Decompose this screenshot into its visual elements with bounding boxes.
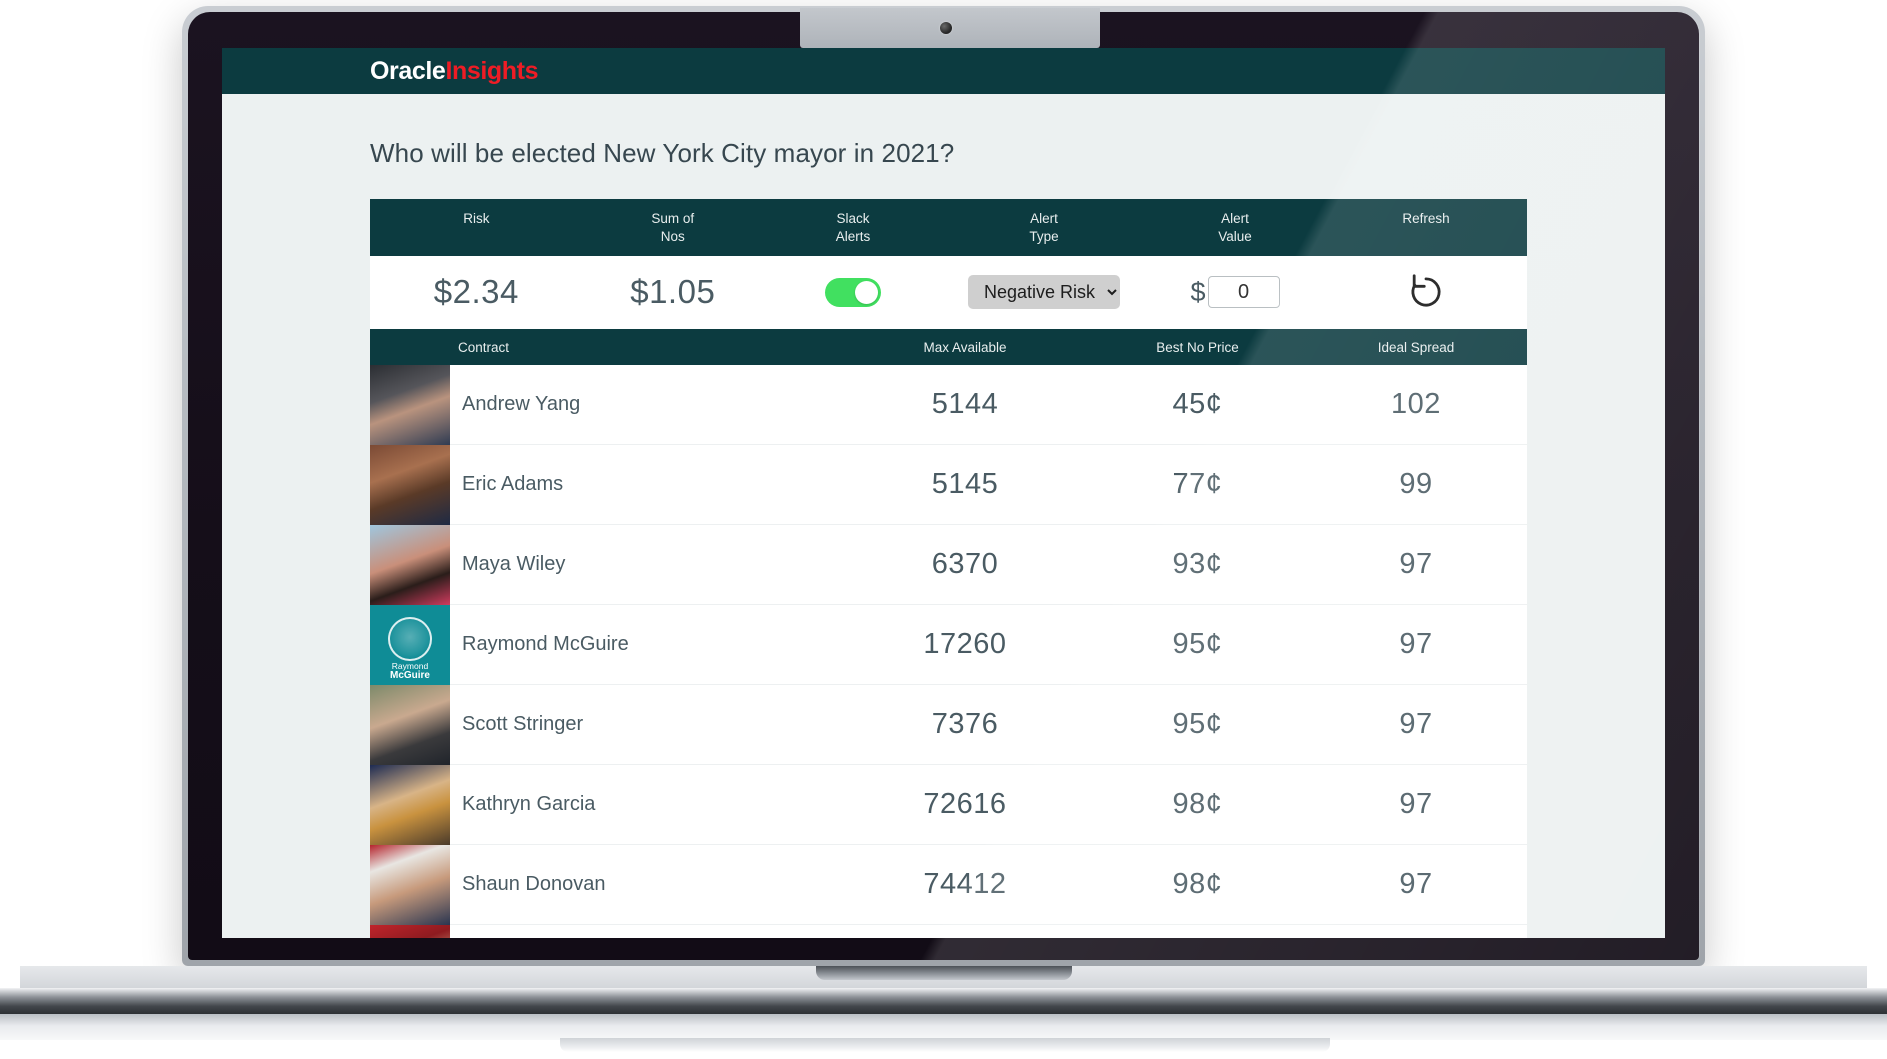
contract-avatar — [370, 524, 450, 605]
risk-value: $2.34 — [433, 273, 519, 311]
toggle-knob — [854, 280, 878, 304]
contract-avatar — [370, 444, 450, 525]
table-row[interactable]: Andrew Yang 5144 45¢ 102 — [370, 364, 1527, 445]
contract-name: Maya Wiley — [462, 553, 566, 576]
refresh-counterclockwise-icon[interactable] — [1405, 271, 1447, 313]
max-available-value: 6370 — [931, 548, 999, 581]
alert-value-cell: $ — [1145, 276, 1325, 309]
laptop-base-notch — [816, 966, 1072, 980]
app-header: OracleInsights — [222, 48, 1665, 94]
contract-avatar: Raymond McGuire — [370, 604, 450, 685]
table-row[interactable]: Raymond McGuire Raymond McGuire 17260 95¢ 97 — [370, 604, 1527, 685]
screenshot-stage: OracleInsights Who will be elected New Y… — [0, 0, 1887, 1059]
browser-screen: OracleInsights Who will be elected New Y… — [222, 48, 1665, 938]
table-row[interactable]: Eric Adams 5145 77¢ 99 — [370, 444, 1527, 525]
table-row[interactable]: Shaun Donovan 74412 98¢ 97 — [370, 844, 1527, 925]
webcam-icon — [940, 22, 952, 34]
column-header-best-no-price[interactable]: Best No Price — [1090, 340, 1305, 355]
contract-avatar — [370, 764, 450, 845]
logo-primary: Oracle — [370, 56, 446, 85]
control-header-refresh: Refresh — [1402, 211, 1450, 226]
table-row-partial[interactable] — [370, 924, 1527, 938]
alert-type-cell: Negative RiskPositive RiskSpread — [943, 275, 1145, 310]
contract-name: Andrew Yang — [462, 393, 581, 416]
ideal-spread-value: 99 — [1399, 468, 1433, 501]
best-no-price-value: 45¢ — [1172, 388, 1223, 421]
campaign-seal-icon — [388, 616, 432, 661]
dashboard-panel: Risk Sum of Nos Slack Alerts Alert Type Ale… — [370, 199, 1527, 938]
contract-name: Eric Adams — [462, 473, 564, 496]
ideal-spread-value: 97 — [1399, 628, 1433, 661]
control-header-alert-value: Alert Value — [1218, 211, 1252, 244]
ideal-spread-value: 97 — [1399, 708, 1433, 741]
contract-avatar — [370, 924, 450, 938]
contract-avatar — [370, 844, 450, 925]
laptop-base-foot — [0, 1014, 1887, 1040]
control-bar-body: $2.34 $1.05 Negative RiskPositive RiskSp… — [370, 255, 1527, 331]
ideal-spread-value: 97 — [1399, 548, 1433, 581]
best-no-price-value: 77¢ — [1172, 468, 1223, 501]
laptop-base-shadow — [560, 1038, 1330, 1052]
page-title: Who will be elected New York City mayor … — [370, 138, 955, 168]
ideal-spread-value: 97 — [1399, 868, 1433, 901]
max-available-value: 7376 — [931, 708, 999, 741]
table-row[interactable]: Maya Wiley 6370 93¢ 97 — [370, 524, 1527, 605]
contract-name: Kathryn Garcia — [462, 793, 596, 816]
table-row[interactable]: Scott Stringer 7376 95¢ 97 — [370, 684, 1527, 765]
contract-name: Shaun Donovan — [462, 873, 606, 896]
max-available-value: 74412 — [923, 868, 1007, 901]
laptop-base-edge — [0, 988, 1887, 1014]
alert-value-input[interactable] — [1207, 276, 1280, 309]
max-available-value: 17260 — [923, 628, 1007, 661]
column-header-contract[interactable]: Contract — [450, 340, 840, 355]
alert-value-currency-symbol: $ — [1190, 276, 1206, 307]
sum-of-nos-value: $1.05 — [630, 273, 716, 311]
control-header-risk: Risk — [463, 211, 490, 226]
control-header-slack-alerts: Slack Alerts — [835, 211, 871, 244]
slack-alerts-toggle[interactable] — [824, 277, 881, 307]
table-body: Andrew Yang 5144 45¢ 102 Eric Adams 5145 77¢ 99… — [370, 364, 1527, 938]
best-no-price-value: 98¢ — [1172, 868, 1223, 901]
contract-name: Scott Stringer — [462, 713, 584, 736]
table-row[interactable]: Kathryn Garcia 72616 98¢ 97 — [370, 764, 1527, 845]
sum-of-nos-cell: $1.05 — [583, 273, 763, 311]
column-header-ideal-spread[interactable]: Ideal Spread — [1305, 340, 1527, 355]
best-no-price-value: 93¢ — [1172, 548, 1223, 581]
contract-avatar — [370, 364, 450, 445]
best-no-price-value: 98¢ — [1172, 788, 1223, 821]
ideal-spread-value: 97 — [1399, 788, 1433, 821]
table-header: Contract Max Available Best No Price Ide… — [370, 330, 1527, 365]
ideal-spread-value: 102 — [1391, 388, 1441, 421]
alert-type-select[interactable]: Negative RiskPositive RiskSpread — [968, 275, 1120, 310]
control-header-alert-type: Alert Type — [1029, 211, 1059, 244]
slack-alerts-cell — [763, 277, 943, 307]
contract-name: Raymond McGuire — [462, 633, 629, 656]
campaign-badge: Raymond McGuire — [389, 661, 430, 682]
control-header-sum-of-nos: Sum of Nos — [651, 211, 695, 244]
refresh-cell — [1325, 271, 1527, 313]
control-bar-header: Risk Sum of Nos Slack Alerts Alert Type Ale… — [370, 199, 1527, 256]
max-available-value: 5144 — [931, 388, 999, 421]
best-no-price-value: 95¢ — [1172, 628, 1223, 661]
contract-avatar — [370, 684, 450, 765]
logo-secondary: Insights — [445, 56, 539, 85]
app-logo[interactable]: OracleInsights — [370, 56, 539, 85]
max-available-value: 5145 — [931, 468, 999, 501]
max-available-value: 72616 — [923, 788, 1007, 821]
column-header-max-available[interactable]: Max Available — [840, 340, 1090, 355]
best-no-price-value: 95¢ — [1172, 708, 1223, 741]
risk-cell: $2.34 — [370, 273, 583, 311]
